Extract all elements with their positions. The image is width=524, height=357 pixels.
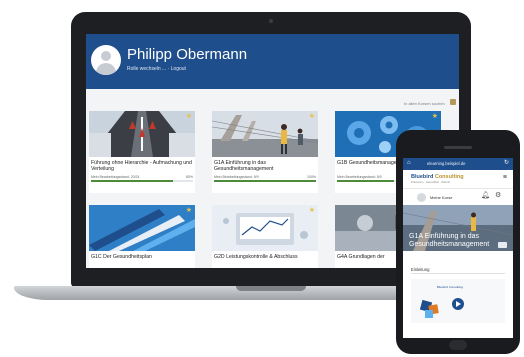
phone-home-button — [449, 340, 467, 350]
course-progress-percent: 100% — [307, 175, 316, 179]
bell-icon[interactable]: 🔔︎ — [481, 192, 490, 200]
user-avatar[interactable] — [91, 45, 121, 75]
url-text: elearning.beispiel.de — [427, 161, 466, 166]
section-divider — [411, 273, 505, 274]
video-brand-logo: Bluebird Consulting — [437, 285, 464, 289]
phone-screen: ⌂ elearning.beispiel.de ↻ Bluebird Consu… — [403, 158, 513, 338]
menu-icon[interactable]: ≡ — [503, 174, 507, 181]
phone-speaker — [444, 146, 472, 149]
course-card[interactable]: ★ G2D Leistungskontrolle & Abschluss — [212, 205, 318, 268]
favorite-star-icon[interactable]: ★ — [186, 207, 192, 214]
play-icon[interactable] — [456, 301, 461, 307]
brand-tagline: Prävention · Gesundheit · Zukunft — [411, 181, 450, 184]
avatar[interactable] — [417, 193, 426, 202]
course-card[interactable]: ★ Führung ohne Hierarchie - Aufmachung u… — [89, 111, 195, 193]
brand-logo: Bluebird Consulting — [411, 174, 464, 180]
progress-fill — [214, 180, 316, 182]
gear-icon[interactable]: ⚙ — [495, 192, 501, 200]
favorite-star-icon[interactable]: ★ — [309, 113, 315, 120]
favorite-star-icon[interactable]: ★ — [432, 113, 438, 120]
search-all-courses-link[interactable]: In allen Kursen suchen — [404, 101, 445, 106]
home-icon[interactable]: ⌂ — [407, 160, 411, 167]
course-image-dashboard — [212, 205, 318, 251]
laptop-notch — [236, 286, 306, 291]
logo-word-2: Consulting — [434, 174, 464, 180]
avatar-head-shape — [101, 51, 111, 61]
laptop-camera — [269, 19, 273, 23]
course-title: Führung ohne Hierarchie - Aufmachung und… — [91, 160, 192, 173]
course-image-bridge — [212, 111, 318, 157]
avatar-body-shape — [96, 63, 116, 75]
course-progress-bar — [214, 180, 316, 182]
hero-action-button[interactable] — [498, 242, 507, 248]
course-image-pens — [89, 205, 195, 251]
my-courses-link[interactable]: Meine Kurse — [430, 195, 452, 200]
course-progress-percent: 80% — [185, 175, 193, 179]
user-name: Philipp Obermann — [127, 46, 248, 63]
reload-icon[interactable]: ↻ — [504, 160, 509, 167]
course-hero-title: G1A Einführung in das Gesundheitsmanagem… — [409, 233, 490, 248]
progress-fill — [91, 180, 173, 182]
course-image-road — [89, 111, 195, 157]
course-progress-bar — [91, 180, 193, 182]
site-header: Philipp Obermann Rolle wechseln ... · Lo… — [86, 34, 459, 89]
course-title: G2D Leistungskontrolle & Abschluss — [214, 254, 298, 260]
favorite-star-icon[interactable]: ★ — [309, 207, 315, 214]
logo-word-1: Bluebird — [411, 174, 434, 180]
course-progress-text: Mein Bearbeitungsstand: 9/9 — [214, 175, 259, 179]
section-title: Einleitung — [411, 267, 430, 272]
course-title: G1A Einführung in das Gesundheitsmanagem… — [214, 160, 274, 173]
course-card[interactable]: ★ G1A Einführung in das Gesundheitsmanag… — [212, 111, 318, 193]
search-icon[interactable] — [450, 99, 456, 105]
course-progress-text: Mein Bearbeitungsstand: 20/24 — [91, 175, 140, 179]
progress-fill — [337, 180, 395, 182]
course-card[interactable]: ★ G1C Der Gesundheitsplan — [89, 205, 195, 268]
header-links[interactable]: Rolle wechseln ... · Logout — [127, 66, 186, 72]
browser-address-bar[interactable]: ⌂ elearning.beispiel.de ↻ — [403, 158, 513, 170]
divider — [403, 188, 513, 189]
course-title: G1C Der Gesundheitsplan — [91, 254, 152, 260]
favorite-star-icon[interactable]: ★ — [186, 113, 192, 120]
